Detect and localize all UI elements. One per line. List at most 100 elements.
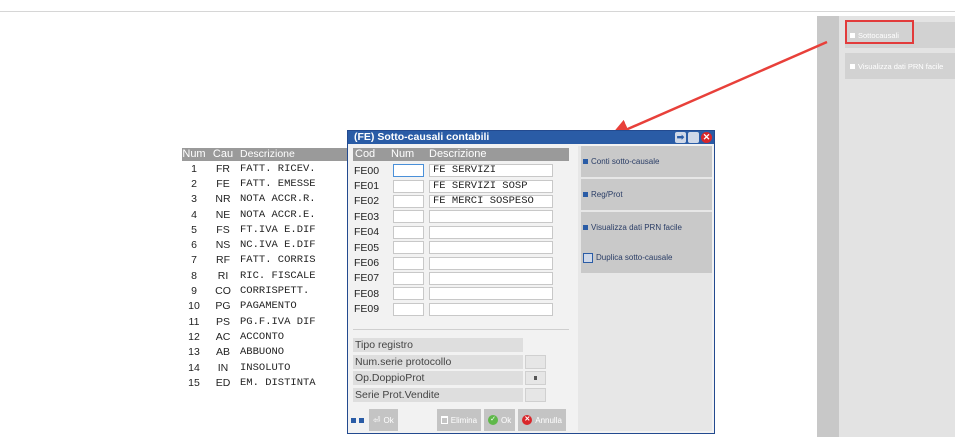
cell-num: 11 xyxy=(188,315,200,328)
cell-cod: FE01 xyxy=(354,180,380,193)
visualizza-prn-button[interactable]: Visualizza dati PRN facile xyxy=(845,53,955,79)
table-row[interactable]: 3 NR NOTA ACCR.R. xyxy=(182,192,352,207)
cell-cod: FE08 xyxy=(354,287,380,300)
dialog-title: (FE) Sotto-causali contabili xyxy=(354,131,490,143)
reg-prot-button[interactable]: Reg/Prot xyxy=(581,179,712,210)
dialog-bottom-bar: ⏎ Ok Elimina ✓ Ok ✕ Annulla xyxy=(348,407,576,433)
descrizione-input[interactable] xyxy=(429,256,553,270)
cell-num: 4 xyxy=(191,208,197,221)
num-input[interactable] xyxy=(393,179,424,193)
descrizione-input[interactable] xyxy=(429,225,553,239)
cell-cau: ED xyxy=(215,376,231,389)
cell-desc: FT.IVA E.DIF xyxy=(240,223,316,236)
num-input[interactable] xyxy=(393,271,424,285)
pin-icon[interactable]: ➡ xyxy=(675,132,686,143)
table-row[interactable]: 1 FR FATT. RICEV. xyxy=(182,161,352,176)
cell-num: 14 xyxy=(188,361,200,374)
table-row[interactable]: 12 AC ACCONTO xyxy=(182,329,352,344)
table-row[interactable]: 14 IN INSOLUTO xyxy=(182,360,352,375)
table-row[interactable]: 9 CO CORRISPETT. xyxy=(182,283,352,298)
header-num: Num xyxy=(182,148,206,160)
num-input[interactable] xyxy=(393,256,424,270)
trash-icon xyxy=(440,416,448,424)
ok-label: Ok xyxy=(383,415,394,425)
grid-row: FE04 xyxy=(353,225,553,240)
dialog-side-panel: Conti sotto-causale Reg/Prot Visualizza … xyxy=(578,146,712,431)
cell-cau: NS xyxy=(215,239,231,252)
confirm-ok-button[interactable]: ✓ Ok xyxy=(484,409,516,431)
header-num: Num xyxy=(391,148,415,160)
table-row[interactable]: 11 PS PG.F.IVA DIF xyxy=(182,314,352,329)
op-doppio-prot-toggle[interactable] xyxy=(525,371,546,385)
table-row[interactable]: 2 FE FATT. EMESSE xyxy=(182,176,352,191)
cell-cau: FS xyxy=(216,223,230,236)
descrizione-input[interactable] xyxy=(429,241,553,255)
conti-sotto-causale-button[interactable]: Conti sotto-causale xyxy=(581,146,712,177)
cell-cau: PG xyxy=(215,300,231,313)
table-row[interactable]: 15 ED EM. DISTINTA xyxy=(182,375,352,390)
descrizione-input[interactable]: FE MERCI SOSPESO xyxy=(429,194,553,208)
descrizione-input[interactable] xyxy=(429,210,553,224)
tipo-registro-row: Tipo registro xyxy=(353,338,523,352)
tipo-registro-label: Tipo registro xyxy=(353,338,523,352)
duplica-sotto-causale-button[interactable]: Duplica sotto-causale xyxy=(581,242,712,273)
cell-num: 8 xyxy=(191,269,197,282)
num-input[interactable] xyxy=(393,194,424,208)
annulla-label: Annulla xyxy=(535,415,562,425)
table-row[interactable]: 6 NS NC.IVA E.DIF xyxy=(182,237,352,252)
serie-prot-vendite-field[interactable] xyxy=(525,388,546,402)
grid-row: FE02 FE MERCI SOSPESO xyxy=(353,194,553,209)
op-doppio-prot-row: Op.DoppioProt xyxy=(353,371,546,385)
cell-desc: CORRISPETT. xyxy=(240,285,310,298)
causali-table: Num Cau Descrizione 1 FR FATT. RICEV. 2 FE FA… xyxy=(182,148,352,390)
cell-desc: PG.F.IVA DIF xyxy=(240,315,316,328)
cell-desc: RIC. FISCALE xyxy=(240,269,316,282)
cell-num: 12 xyxy=(188,330,200,343)
conti-sotto-causale-label: Conti sotto-causale xyxy=(591,157,660,166)
num-input[interactable] xyxy=(393,287,424,301)
sotto-causali-grid: FE00 FE SERVIZI FE01 FE SERVIZI SOSP FE02 FE … xyxy=(353,163,553,317)
table-row[interactable]: 10 PG PAGAMENTO xyxy=(182,299,352,314)
table-row[interactable]: 7 RF FATT. CORRIS xyxy=(182,253,352,268)
num-input[interactable] xyxy=(393,164,424,178)
cell-num: 6 xyxy=(191,239,197,252)
cell-desc: FATT. EMESSE xyxy=(240,177,316,190)
square-icon xyxy=(583,159,588,164)
header-cau: Cau xyxy=(212,148,234,160)
num-input[interactable] xyxy=(393,302,424,316)
minimize-icon[interactable] xyxy=(688,132,699,143)
grid-row: FE09 xyxy=(353,302,553,317)
num-input[interactable] xyxy=(393,225,424,239)
cancel-icon: ✕ xyxy=(522,415,533,425)
top-separator xyxy=(0,11,955,12)
grid-row: FE00 FE SERVIZI xyxy=(353,163,553,178)
descrizione-input[interactable]: FE SERVIZI xyxy=(429,164,553,178)
num-input[interactable] xyxy=(393,210,424,224)
annulla-button[interactable]: ✕ Annulla xyxy=(518,409,566,431)
descrizione-input[interactable] xyxy=(429,302,553,316)
num-input[interactable] xyxy=(393,241,424,255)
right-panel: Sottocausali Visualizza dati PRN facile xyxy=(839,16,955,437)
num-serie-protocollo-field[interactable] xyxy=(525,355,546,369)
cell-num: 15 xyxy=(188,376,200,389)
cell-desc: NOTA ACCR.R. xyxy=(240,193,316,206)
table-row[interactable]: 4 NE NOTA ACCR.E. xyxy=(182,207,352,222)
table-row[interactable]: 13 AB ABBUONO xyxy=(182,345,352,360)
descrizione-input[interactable]: FE SERVIZI SOSP xyxy=(429,179,553,193)
grid-row: FE05 xyxy=(353,240,553,255)
sotto-causali-grid-header: Cod Num Descrizione xyxy=(353,148,569,161)
grid-row: FE03 xyxy=(353,209,553,224)
table-row[interactable]: 8 RI RIC. FISCALE xyxy=(182,268,352,283)
close-icon[interactable]: ✕ xyxy=(701,132,712,143)
descrizione-input[interactable] xyxy=(429,287,553,301)
op-doppio-prot-label: Op.DoppioProt xyxy=(353,371,523,385)
cell-cod: FE04 xyxy=(354,226,380,239)
elimina-button[interactable]: Elimina xyxy=(436,409,482,431)
square-icon xyxy=(583,192,588,197)
descrizione-input[interactable] xyxy=(429,271,553,285)
visualizza-prn-facile-button[interactable]: Visualizza dati PRN facile xyxy=(581,212,712,243)
cell-num: 9 xyxy=(191,285,197,298)
ok-button[interactable]: ⏎ Ok xyxy=(369,409,398,431)
table-row[interactable]: 5 FS FT.IVA E.DIF xyxy=(182,222,352,237)
header-descrizione: Descrizione xyxy=(429,148,487,160)
